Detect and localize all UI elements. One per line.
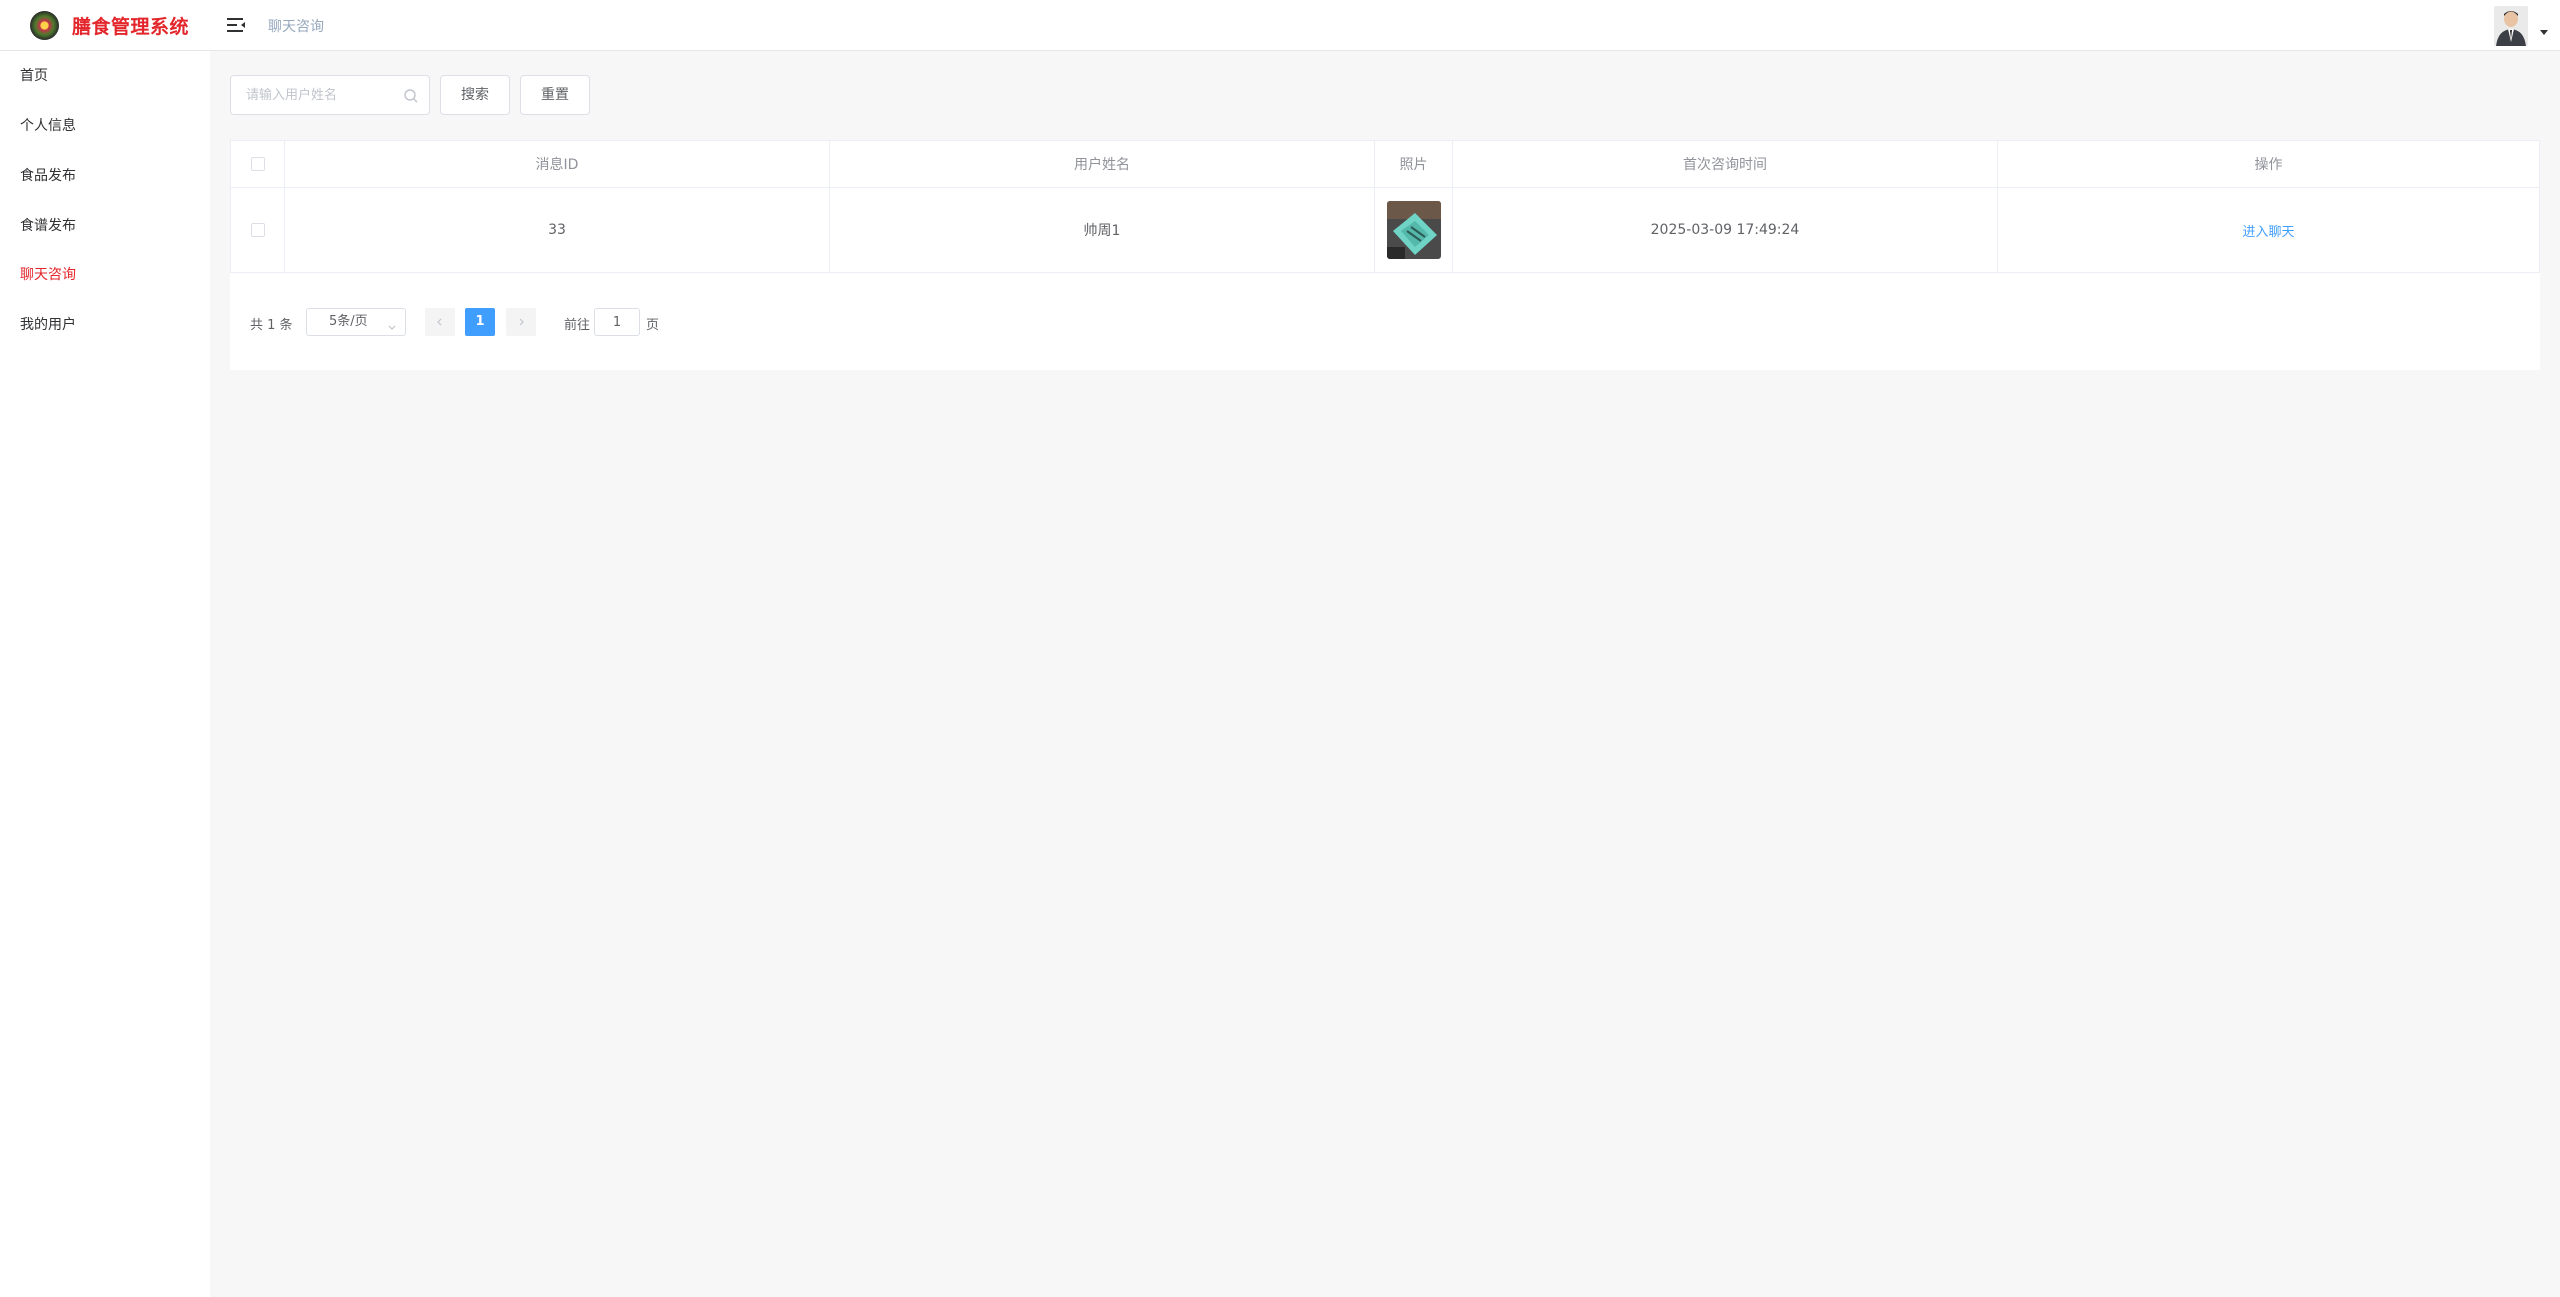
table-header: 消息ID 用户姓名 照片 首次咨询时间 操作 — [230, 140, 2540, 188]
cell-user-name: 帅周1 — [830, 188, 1375, 272]
chevron-right-icon — [519, 318, 524, 326]
next-page-button[interactable] — [506, 308, 536, 336]
logo-icon — [30, 11, 59, 40]
page-number-current[interactable]: 1 — [465, 308, 495, 336]
user-photo[interactable] — [1386, 201, 1441, 259]
row-select-cell — [230, 188, 285, 272]
cell-first-consult-time: 2025-03-09 17:49:24 — [1453, 188, 1998, 272]
select-all-checkbox[interactable] — [250, 157, 265, 171]
chevron-down-icon[interactable] — [2540, 30, 2548, 35]
page-size-select[interactable]: 5条/页 — [306, 308, 406, 336]
column-header-id[interactable]: 消息ID — [285, 141, 830, 187]
column-header-action[interactable]: 操作 — [1998, 141, 2540, 187]
page-size-value: 5条/页 — [329, 314, 368, 329]
cell-message-id: 33 — [285, 188, 830, 272]
reset-button[interactable]: 重置 — [520, 75, 590, 115]
avatar[interactable] — [2494, 6, 2528, 46]
table-panel: 消息ID 用户姓名 照片 首次咨询时间 操作 33 帅周1 2025-03-09… — [230, 140, 2540, 370]
sidebar-item-food-publish[interactable]: 食品发布 — [20, 166, 76, 186]
goto-label: 前往 — [564, 318, 591, 333]
sidebar-item-home[interactable]: 首页 — [20, 66, 48, 86]
breadcrumb: 聊天咨询 — [268, 19, 324, 35]
chevron-left-icon — [437, 318, 442, 326]
sidebar-item-recipe-publish[interactable]: 食谱发布 — [20, 216, 76, 236]
table-row[interactable]: 33 帅周1 2025-03-09 17:49:24 进入聊天 — [230, 188, 2540, 273]
column-header-photo[interactable]: 照片 — [1375, 141, 1453, 187]
pagination: 共 1 条 5条/页 1 前往 页 — [230, 306, 2540, 338]
prev-page-button[interactable] — [425, 308, 455, 336]
search-button[interactable]: 搜索 — [440, 75, 510, 115]
menu-toggle-icon[interactable] — [225, 14, 247, 36]
app-title: 膳食管理系统 — [72, 16, 190, 38]
sidebar-item-profile[interactable]: 个人信息 — [20, 116, 76, 136]
search-field[interactable] — [230, 75, 430, 115]
header-select-cell — [230, 141, 285, 187]
sidebar-item-chat[interactable]: 聊天咨询 — [20, 265, 76, 285]
enter-chat-link[interactable]: 进入聊天 — [2242, 221, 2294, 240]
column-header-time[interactable]: 首次咨询时间 — [1453, 141, 1998, 187]
goto-suffix: 页 — [646, 318, 660, 333]
sidebar: 首页 个人信息 食品发布 食谱发布 聊天咨询 我的用户 — [0, 51, 210, 1297]
chevron-down-icon — [387, 317, 397, 330]
cell-action: 进入聊天 — [1998, 188, 2540, 272]
pagination-total: 共 1 条 — [250, 318, 293, 333]
row-checkbox[interactable] — [250, 223, 265, 237]
search-input[interactable] — [231, 76, 401, 114]
cell-photo — [1375, 188, 1453, 272]
goto-page-input[interactable] — [594, 308, 640, 336]
column-header-name[interactable]: 用户姓名 — [830, 141, 1375, 187]
top-header: 膳食管理系统 聊天咨询 — [0, 0, 2560, 51]
sidebar-item-my-users[interactable]: 我的用户 — [20, 315, 76, 335]
search-icon[interactable] — [403, 88, 419, 104]
